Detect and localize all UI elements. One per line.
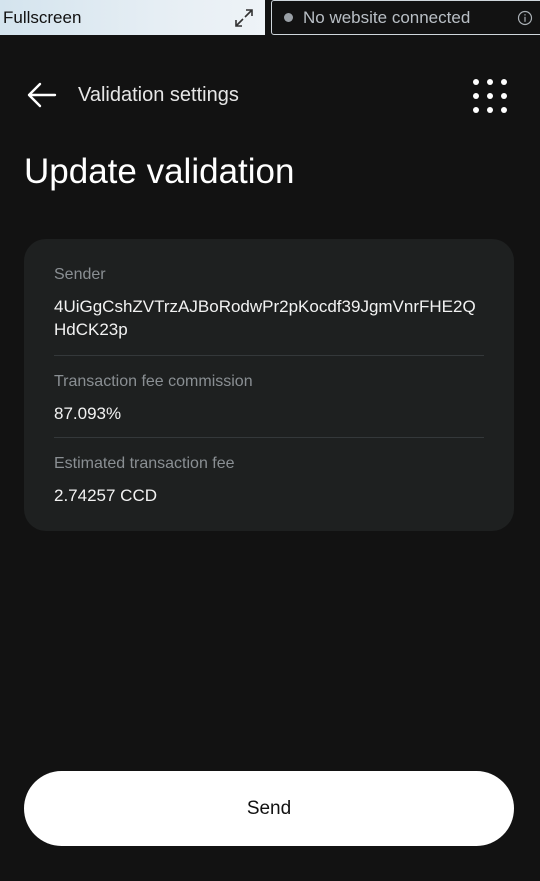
page-title: Update validation: [24, 152, 295, 191]
fullscreen-label: Fullscreen: [3, 7, 82, 27]
header-title: Validation settings: [78, 84, 239, 106]
connection-status-text: No website connected: [303, 7, 471, 27]
sender-value: 4UiGgCshZVTrzAJBoRodwPr2pKocdf39JgmVnrFH…: [54, 297, 476, 339]
sender-field: Sender 4UiGgCshZVTrzAJBoRodwPr2pKocdf39J…: [54, 265, 484, 356]
sender-label: Sender: [54, 266, 106, 283]
fee-label: Estimated transaction fee: [54, 455, 235, 472]
fullscreen-button[interactable]: Fullscreen: [0, 0, 265, 35]
info-icon[interactable]: [517, 10, 533, 26]
fee-value: 2.74257 CCD: [54, 486, 158, 505]
grid-menu-icon[interactable]: [472, 78, 508, 114]
connection-status[interactable]: No website connected: [271, 0, 540, 35]
send-button[interactable]: Send: [24, 771, 514, 846]
commission-field: Transaction fee commission 87.093%: [54, 356, 484, 438]
commission-label: Transaction fee commission: [54, 373, 253, 390]
commission-value: 87.093%: [54, 404, 122, 423]
header: Validation settings: [0, 70, 540, 122]
status-dot: [284, 13, 293, 22]
fee-field: Estimated transaction fee 2.74257 CCD: [54, 438, 484, 507]
expand-icon: [235, 9, 253, 27]
arrow-left-icon[interactable]: [27, 82, 57, 108]
details-card: Sender 4UiGgCshZVTrzAJBoRodwPr2pKocdf39J…: [24, 239, 514, 531]
top-bar: Fullscreen No website connected: [0, 0, 540, 35]
